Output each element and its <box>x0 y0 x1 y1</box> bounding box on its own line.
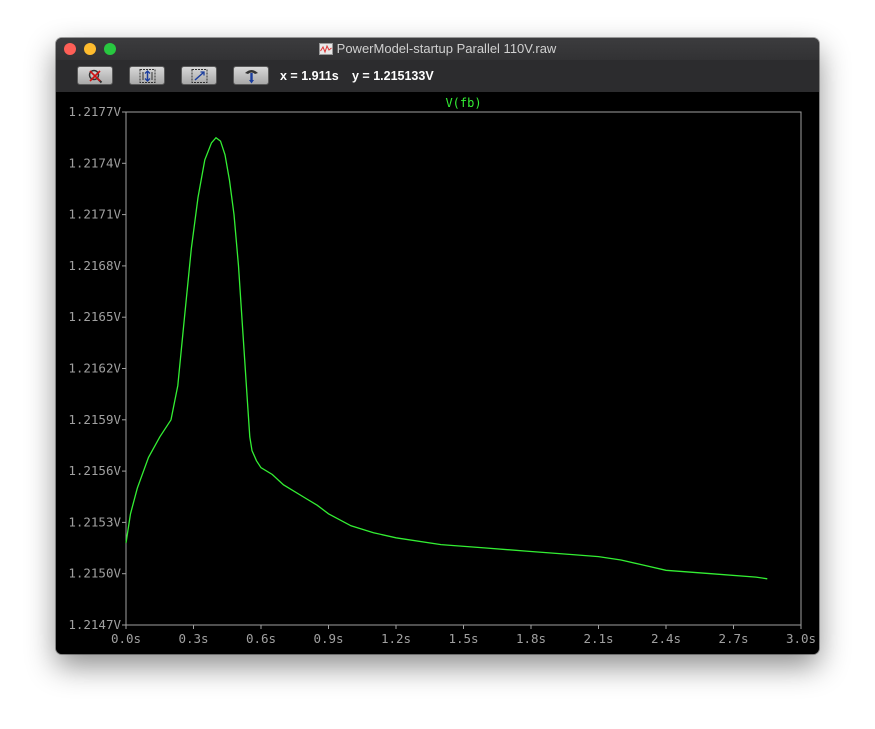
y-tick-label: 1.2174V <box>68 155 121 170</box>
cursor-x-readout: x = 1.911s <box>280 69 339 83</box>
trace-v-fb[interactable] <box>125 136 768 580</box>
plot-area[interactable]: V(fb) 1.2177V 1.2174V 1.2171V 1.2168V 1.2165… <box>56 92 819 654</box>
y-tick-label: 1.2168V <box>68 258 121 273</box>
waveform-file-icon <box>318 43 333 55</box>
window-title: PowerModel-startup Parallel 110V.raw <box>336 41 557 56</box>
y-tick-label: 1.2177V <box>68 104 121 119</box>
y-tick-label: 1.2150V <box>68 566 121 581</box>
y-tick-label: 1.2153V <box>68 514 121 529</box>
diagonal-zoom-icon <box>191 69 208 83</box>
x-tick-label: 0.9s <box>313 631 343 646</box>
y-tick-label: 1.2147V <box>68 617 121 632</box>
zoom-cancel-button[interactable] <box>77 66 113 85</box>
x-tick-label: 1.8s <box>516 631 546 646</box>
x-axis: 0.0s 0.3s 0.6s 0.9s 1.2s 1.5s 1.8s 2.1s 2.4s 2.7s… <box>111 625 816 646</box>
x-tick-label: 2.7s <box>718 631 748 646</box>
y-tick-label: 1.2156V <box>68 463 121 478</box>
probe-button[interactable] <box>233 66 269 85</box>
x-tick-label: 0.3s <box>178 631 208 646</box>
magnifier-cancel-icon <box>88 69 103 84</box>
y-tick-label: 1.2162V <box>68 361 121 376</box>
x-tick-label: 0.0s <box>111 631 141 646</box>
waveform-chart[interactable]: V(fb) 1.2177V 1.2174V 1.2171V 1.2168V 1.2165… <box>56 92 819 654</box>
toolbar: x = 1.911s y = 1.215133V <box>56 60 819 92</box>
x-tick-label: 3.0s <box>786 631 816 646</box>
trace-label-v-fb[interactable]: V(fb) <box>445 96 481 110</box>
x-tick-label: 1.2s <box>381 631 411 646</box>
waveform-window: PowerModel-startup Parallel 110V.raw x =… <box>56 38 819 654</box>
probe-icon <box>245 70 258 84</box>
plot-frame <box>125 111 802 626</box>
autorange-y-button[interactable] <box>129 66 165 85</box>
x-tick-label: 2.4s <box>651 631 681 646</box>
vertical-autorange-icon <box>139 69 156 83</box>
x-tick-label: 0.6s <box>246 631 276 646</box>
x-tick-label: 2.1s <box>583 631 613 646</box>
y-tick-label: 1.2171V <box>68 207 121 222</box>
window-title-container: PowerModel-startup Parallel 110V.raw <box>56 41 819 56</box>
title-bar[interactable]: PowerModel-startup Parallel 110V.raw <box>56 38 819 60</box>
y-axis: 1.2177V 1.2174V 1.2171V 1.2168V 1.2165V 1.216… <box>68 104 126 632</box>
autorange-xy-button[interactable] <box>181 66 217 85</box>
x-tick-label: 1.5s <box>448 631 478 646</box>
cursor-y-readout: y = 1.215133V <box>352 69 434 83</box>
y-tick-label: 1.2159V <box>68 412 121 427</box>
y-tick-label: 1.2165V <box>68 309 121 324</box>
